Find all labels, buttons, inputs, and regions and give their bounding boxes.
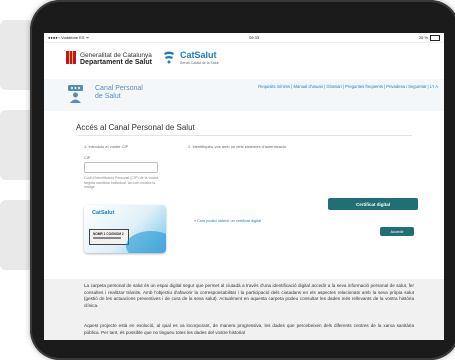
card-cip-box: NOMR 1 COGNOM 2 (89, 229, 129, 245)
gencat-line1: Generalitat de Catalunya (80, 52, 152, 59)
card-logo: CatSalut (92, 210, 115, 216)
gencat-line2: Departament de Salut (80, 59, 152, 66)
certificate-help-link[interactable]: » Com podeu obtenir un certificat digita… (194, 219, 261, 223)
card-cip-bar (93, 237, 121, 239)
divider (76, 135, 412, 136)
gencat-logo-text[interactable]: Generalitat de Catalunya Departament de … (80, 52, 152, 66)
carrier-text: ●●●●○ Vodafone ES ᯤ (48, 34, 90, 40)
info-paragraph-1: La carpeta personal de salut és un espai… (84, 283, 414, 308)
access-button[interactable]: Accedir (380, 227, 414, 236)
battery-text: 25 % (418, 34, 428, 40)
cip-label: CIP (84, 156, 91, 160)
health-card-image: CatSalut NOMR 1 COGNOM 2 (84, 205, 166, 253)
cip-input[interactable] (84, 162, 158, 173)
battery-status: 25 % (418, 34, 440, 41)
banner-title-line2: de Salut (95, 93, 121, 100)
clock: 09:33 (249, 35, 260, 40)
tablet-screen: ●●●●○ Vodafone ES ᯤ 09:33 25 % Generalit… (44, 33, 444, 340)
login-panel: Accés al Canal Personal de Salut 1. Intr… (44, 113, 444, 278)
status-bar: ●●●●○ Vodafone ES ᯤ 09:33 25 % (44, 33, 444, 43)
info-section: La carpeta personal de salut és un espai… (44, 279, 444, 340)
catsalut-logo-icon[interactable] (162, 50, 176, 64)
catsalut-subtitle: Servei Català de la Salut (180, 61, 219, 65)
step1-label: 1. Introduïu el vostre CIP (84, 144, 129, 149)
card-name: NOMR 1 COGNOM 2 (93, 232, 124, 236)
info-paragraph-2: Aquest projecte està en evolució, al qua… (84, 323, 414, 335)
battery-icon (429, 34, 440, 41)
banner-title: Canal Personal de Salut (95, 85, 143, 101)
page-title: Accés al Canal Personal de Salut (76, 123, 195, 132)
top-nav-links[interactable]: Requisits mínims | Manual d'usuari | Glo… (258, 84, 438, 89)
cip-help-text: Codi d'Identificació Personal (CIP) de l… (84, 176, 159, 190)
step2-label: 2. Identifiqueu-vos amb un dels sistemes… (188, 144, 286, 149)
digital-certificate-button[interactable]: Certificat digital (328, 198, 418, 210)
site-header: Generalitat de Catalunya Departament de … (44, 43, 444, 80)
gencat-logo-icon[interactable] (66, 51, 76, 64)
personal-health-folder-icon (68, 85, 83, 103)
catsalut-name[interactable]: CatSalut (180, 50, 217, 60)
card-decoration (126, 231, 166, 253)
banner-title-line1: Canal Personal (95, 85, 143, 92)
